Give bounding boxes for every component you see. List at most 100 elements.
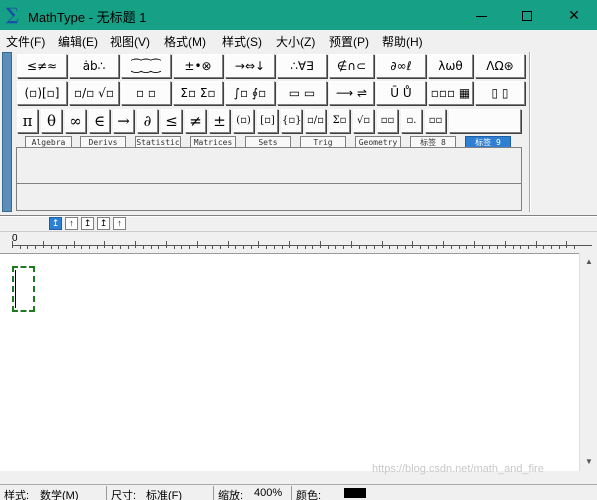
ruler-tick (73, 241, 75, 248)
menu-format[interactable]: 格式(M) (164, 33, 206, 50)
summation-template-button[interactable]: Σ▫ (329, 109, 350, 133)
matrix-palette[interactable]: ▫▫▫ ▦ (428, 81, 473, 105)
ruler-tick (504, 241, 506, 248)
greek-uppercase-palette[interactable]: ΛΩ⊛ (475, 54, 525, 78)
sub-superscript-template-button[interactable]: ▫▫ (425, 109, 446, 133)
ruler-tick (35, 245, 37, 249)
less-equal-symbol-button[interactable]: ≤ (161, 109, 182, 133)
toolbar-drag-handle[interactable] (2, 52, 12, 212)
ruler-tick (373, 245, 375, 249)
ruler-tick (558, 245, 560, 249)
ruler-tick (304, 245, 306, 249)
ruler-tick (112, 245, 114, 249)
template-bar[interactable] (16, 147, 522, 211)
radical-template-button[interactable]: √▫ (353, 109, 374, 133)
scroll-down-arrow-icon[interactable]: ▼ (580, 453, 597, 471)
vertical-scrollbar[interactable]: ▲ ▼ (579, 253, 597, 471)
superscript-template-button[interactable]: ▫▫ (377, 109, 398, 133)
status-zoom-value: 400% (254, 487, 283, 499)
status-style-value: 数学(M) (40, 490, 79, 500)
menu-preferences[interactable]: 预置(P) (329, 33, 369, 50)
template-row-1[interactable] (17, 148, 521, 184)
fraction-radical-palette[interactable]: ▫/▫ √▫ (69, 81, 119, 105)
spaces-ellipses-palette[interactable]: ȧb∴ (69, 54, 119, 78)
ruler-tick (27, 245, 29, 249)
small-toolbar-button-5[interactable]: ↑ (113, 217, 126, 230)
ruler-tick (158, 245, 160, 249)
ruler-tick (497, 245, 499, 249)
ruler-tick (204, 245, 206, 249)
menu-style[interactable]: 样式(S) (222, 33, 262, 50)
set-theory-palette[interactable]: ∉∩⊂ (329, 54, 374, 78)
theta-symbol-button[interactable]: θ (41, 109, 62, 133)
brackets-template-button[interactable]: [▫] (257, 109, 278, 133)
relational-symbols-palette[interactable]: ≤≠≈ (17, 54, 67, 78)
element-of-symbol-button[interactable]: ∈ (89, 109, 110, 133)
menu-size[interactable]: 大小(Z) (276, 33, 315, 50)
parentheses-template-button[interactable]: (▫) (233, 109, 254, 133)
maximize-icon (522, 11, 532, 22)
equation-editor[interactable] (0, 253, 579, 471)
infinity-symbol-button[interactable]: ∞ (65, 109, 86, 133)
ruler-tick (397, 245, 398, 249)
menu-help[interactable]: 帮助(H) (382, 33, 423, 50)
ruler-tick (512, 245, 514, 249)
greek-lowercase-palette[interactable]: λωθ (428, 54, 473, 78)
partial-symbol-button[interactable]: ∂ (137, 109, 158, 133)
fence-templates-palette[interactable]: (▫)[▫] (17, 81, 67, 105)
ruler-tick (320, 241, 321, 248)
ruler-tick (474, 241, 475, 248)
operator-symbols-palette[interactable]: ±•⊗ (173, 54, 223, 78)
ruler-tick (104, 241, 106, 248)
status-separator (106, 486, 107, 500)
maximize-button[interactable] (504, 0, 550, 30)
plus-minus-symbol-button[interactable]: ± (209, 109, 230, 133)
right-arrow-symbol-button[interactable]: → (113, 109, 134, 133)
template-row-2[interactable] (17, 185, 521, 210)
labeled-arrow-palette[interactable]: ⟶ ⇌ (329, 81, 374, 105)
integral-palette[interactable]: ∫▫ ∮▫ (225, 81, 275, 105)
ruler-tick (266, 245, 268, 249)
products-set-palette[interactable]: Ū Ů (376, 81, 426, 105)
embellishments-palette[interactable]: ⁐⁐⁐ (121, 54, 171, 78)
underbar-overbar-palette[interactable]: ▭ ▭ (277, 81, 327, 105)
menu-edit[interactable]: 编辑(E) (58, 33, 98, 50)
fraction-template-button[interactable]: ▫/▫ (305, 109, 326, 133)
ruler-tick (58, 245, 60, 249)
window-title: MathType - 无标题 1 (28, 10, 147, 25)
ruler[interactable]: 0 (0, 231, 597, 253)
ruler-tick (19, 245, 21, 249)
box-palette[interactable]: ▯ ▯ (475, 81, 525, 105)
ruler-tick (289, 241, 291, 248)
ruler-tick (196, 241, 198, 248)
arrow-symbols-palette[interactable]: →⇔↓ (225, 54, 275, 78)
close-button[interactable]: ✕ (551, 0, 597, 30)
small-toolbar-button-1[interactable]: ↥ (49, 217, 62, 230)
ruler-tick (96, 245, 98, 249)
ruler-tick (412, 241, 414, 248)
small-toolbar-button-4[interactable]: ↥ (97, 217, 110, 230)
misc-symbols-palette[interactable]: ∂∞ℓ (376, 54, 426, 78)
ruler-tick (227, 241, 229, 248)
summation-palette[interactable]: Σ▫ Σ▫ (173, 81, 223, 105)
subscript-template-button[interactable]: ▫. (401, 109, 422, 133)
ruler-tick (404, 245, 406, 249)
ruler-tick (65, 245, 67, 249)
mathtype-app-icon[interactable]: ∑ (6, 6, 22, 24)
menu-view[interactable]: 视图(V) (110, 33, 150, 50)
small-toolbar-button-3[interactable]: ↥ (81, 217, 94, 230)
not-equal-symbol-button[interactable]: ≠ (185, 109, 206, 133)
braces-template-button[interactable]: {▫} (281, 109, 302, 133)
mathtype-toolbar: ≤≠≈ ȧb∴ ⁐⁐⁐ ±•⊗ →⇔↓ ∴∀∃ ∉∩⊂ ∂∞ℓ λωθ ΛΩ⊛ … (0, 50, 597, 215)
ruler-tick (81, 245, 83, 249)
pi-symbol-button[interactable]: π (17, 109, 38, 133)
small-toolbar-button-2[interactable]: ↑ (65, 217, 78, 230)
logical-symbols-palette[interactable]: ∴∀∃ (277, 54, 327, 78)
ruler-tick (219, 245, 221, 249)
subscript-superscript-palette[interactable]: ▫ ▫ (121, 81, 171, 105)
minimize-button[interactable] (458, 0, 504, 30)
scroll-up-arrow-icon[interactable]: ▲ (580, 253, 597, 271)
menu-bar: 文件(F) 编辑(E) 视图(V) 格式(M) 样式(S) 大小(Z) 预置(P… (0, 30, 597, 50)
menu-file[interactable]: 文件(F) (6, 33, 45, 50)
ruler-tick (566, 241, 568, 248)
